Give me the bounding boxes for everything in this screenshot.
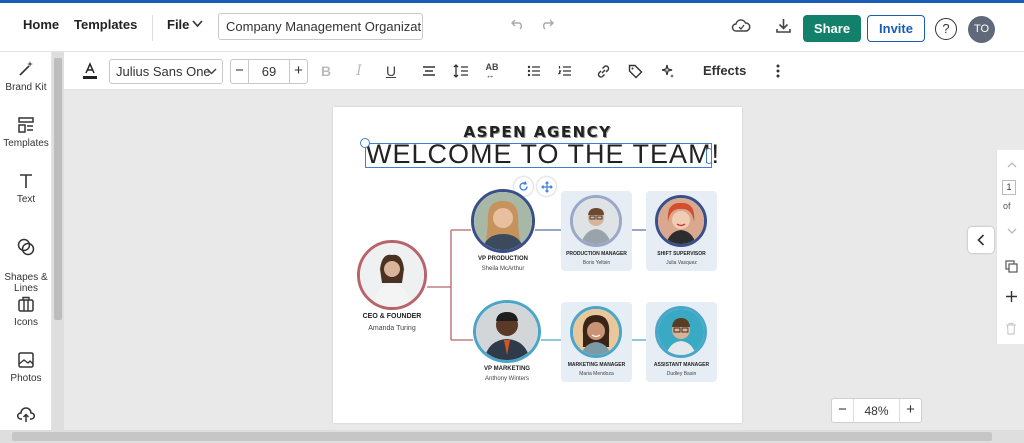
divider [152,15,153,41]
sidebar-item-label: Photos [10,373,42,384]
text-icon [20,174,32,188]
font-family-select[interactable]: Julius Sans One [109,59,223,84]
shift-supervisor-photo[interactable] [655,195,707,247]
zoom-control: − 48% + [831,398,922,423]
assistant-manager-name[interactable]: Dudley Basin [646,371,717,377]
user-avatar[interactable]: TO [968,16,995,43]
link-icon[interactable] [594,61,612,81]
text-transform-icon[interactable]: AB ↔ [483,61,501,81]
italic-icon[interactable]: I [350,61,368,81]
production-manager-photo[interactable] [570,195,622,247]
ceo-name[interactable]: Amanda Turing [347,325,437,332]
sidebar-item-icons[interactable]: Icons [0,295,52,328]
effects-button[interactable]: Effects [703,63,746,78]
ceo-photo[interactable] [357,240,427,310]
image-icon [18,352,34,368]
production-manager-role[interactable]: PRODUCTION MANAGER [561,251,632,257]
file-menu[interactable]: File [167,17,189,32]
marketing-manager-photo[interactable] [570,306,622,358]
sidebar-item-uploads[interactable] [0,406,52,428]
sidebar-item-label: Shapes & Lines [4,272,48,294]
bullet-list-icon[interactable] [525,61,543,81]
align-center-icon[interactable] [420,61,438,81]
text-color-icon[interactable] [81,61,99,81]
templates-menu[interactable]: Templates [74,17,137,32]
design-canvas-page[interactable]: ASPEN AGENCY WELCOME TO THE TEAM! CEO & … [333,107,742,423]
sidebar-item-label: Brand Kit [5,82,47,93]
marketing-manager-role[interactable]: MARKETING MANAGER [561,362,632,368]
sidebar-scroll-thumb[interactable] [54,58,62,320]
assistant-manager-photo[interactable] [655,306,707,358]
upload-icon [17,407,35,422]
download-icon[interactable] [775,17,792,34]
vp-marketing-role[interactable]: VP MARKETING [461,366,553,372]
home-menu[interactable]: Home [23,17,59,32]
vp-production-name[interactable]: Sheila McArthur [457,266,549,272]
vp-marketing-photo[interactable] [473,300,541,363]
shift-supervisor-role[interactable]: SHIFT SUPERVISOR [646,251,717,257]
vp-production-photo[interactable] [471,189,535,253]
vp-production-role[interactable]: VP PRODUCTION [457,256,549,262]
document-title-input[interactable]: Company Management Organizati... [218,13,423,40]
production-manager-name[interactable]: Boris Yeltsin [561,260,632,266]
sidebar-item-text[interactable]: Text [0,172,52,205]
vp-marketing-name[interactable]: Anthony Winters [461,376,553,382]
font-size-value[interactable]: 69 [249,64,289,79]
chevron-down-icon [206,63,217,82]
underline-icon[interactable]: U [382,61,400,81]
horizontal-scroll-thumb[interactable] [12,432,992,441]
ceo-role[interactable]: CEO & FOUNDER [347,313,437,320]
help-icon[interactable]: ? [935,18,957,40]
share-button[interactable]: Share [803,15,861,42]
font-size-increase-button[interactable]: + [289,60,307,83]
sidebar-item-brand-kit[interactable]: Brand Kit [0,60,52,93]
marketing-manager-name[interactable]: Maria Mendoza [561,371,632,377]
zoom-out-button[interactable]: − [832,399,854,422]
redo-icon[interactable] [540,18,554,30]
format-toolbar: Julius Sans One − 69 + B I U AB ↔ Effects [64,52,1024,90]
briefcase-icon [18,296,34,312]
sparkle-icon[interactable] [658,61,676,81]
numbered-list-icon[interactable] [556,61,574,81]
page-number-input[interactable]: 1 [1002,180,1016,195]
right-pages-panel: 1 of [996,150,1024,344]
more-options-icon[interactable] [769,61,787,81]
duplicate-page-icon[interactable] [1005,260,1018,278]
bold-icon[interactable]: B [317,61,335,81]
top-menu-bar: Home Templates File Company Management O… [0,0,1024,52]
cloud-sync-icon[interactable] [731,18,751,34]
font-size-stepper[interactable]: − 69 + [230,59,308,84]
shift-supervisor-name[interactable]: Julia Vasquez [646,260,717,266]
left-sidebar: Brand Kit Templates Text Shapes & Lines … [0,52,52,443]
templates-icon [18,117,34,133]
sidebar-item-photos[interactable]: Photos [0,351,52,384]
chevron-down-icon[interactable] [1007,222,1017,240]
sidebar-item-templates[interactable]: Templates [0,116,52,149]
undo-icon[interactable] [511,18,525,30]
assistant-manager-role[interactable]: ASSISTANT MANAGER [646,362,717,368]
page-of-label: of [1003,201,1011,211]
sidebar-item-label: Text [16,194,36,205]
zoom-in-button[interactable]: + [899,399,921,422]
invite-button[interactable]: Invite [867,15,925,42]
trash-icon[interactable] [1005,322,1017,340]
sidebar-item-label: Templates [3,138,49,149]
sidebar-item-shapes[interactable]: Shapes & Lines [0,226,52,294]
sidebar-item-label: Icons [14,317,38,328]
tag-icon[interactable] [626,61,644,81]
zoom-value[interactable]: 48% [854,404,899,418]
add-page-icon[interactable] [1005,290,1018,308]
chevron-up-icon[interactable] [1007,156,1017,174]
collapse-panel-button[interactable] [968,227,994,253]
magic-wand-icon [19,61,33,76]
shapes-icon [17,238,35,256]
chevron-down-icon[interactable] [192,20,203,28]
font-family-value: Julius Sans One [116,64,211,79]
font-size-decrease-button[interactable]: − [231,60,249,83]
line-spacing-icon[interactable] [452,61,470,81]
